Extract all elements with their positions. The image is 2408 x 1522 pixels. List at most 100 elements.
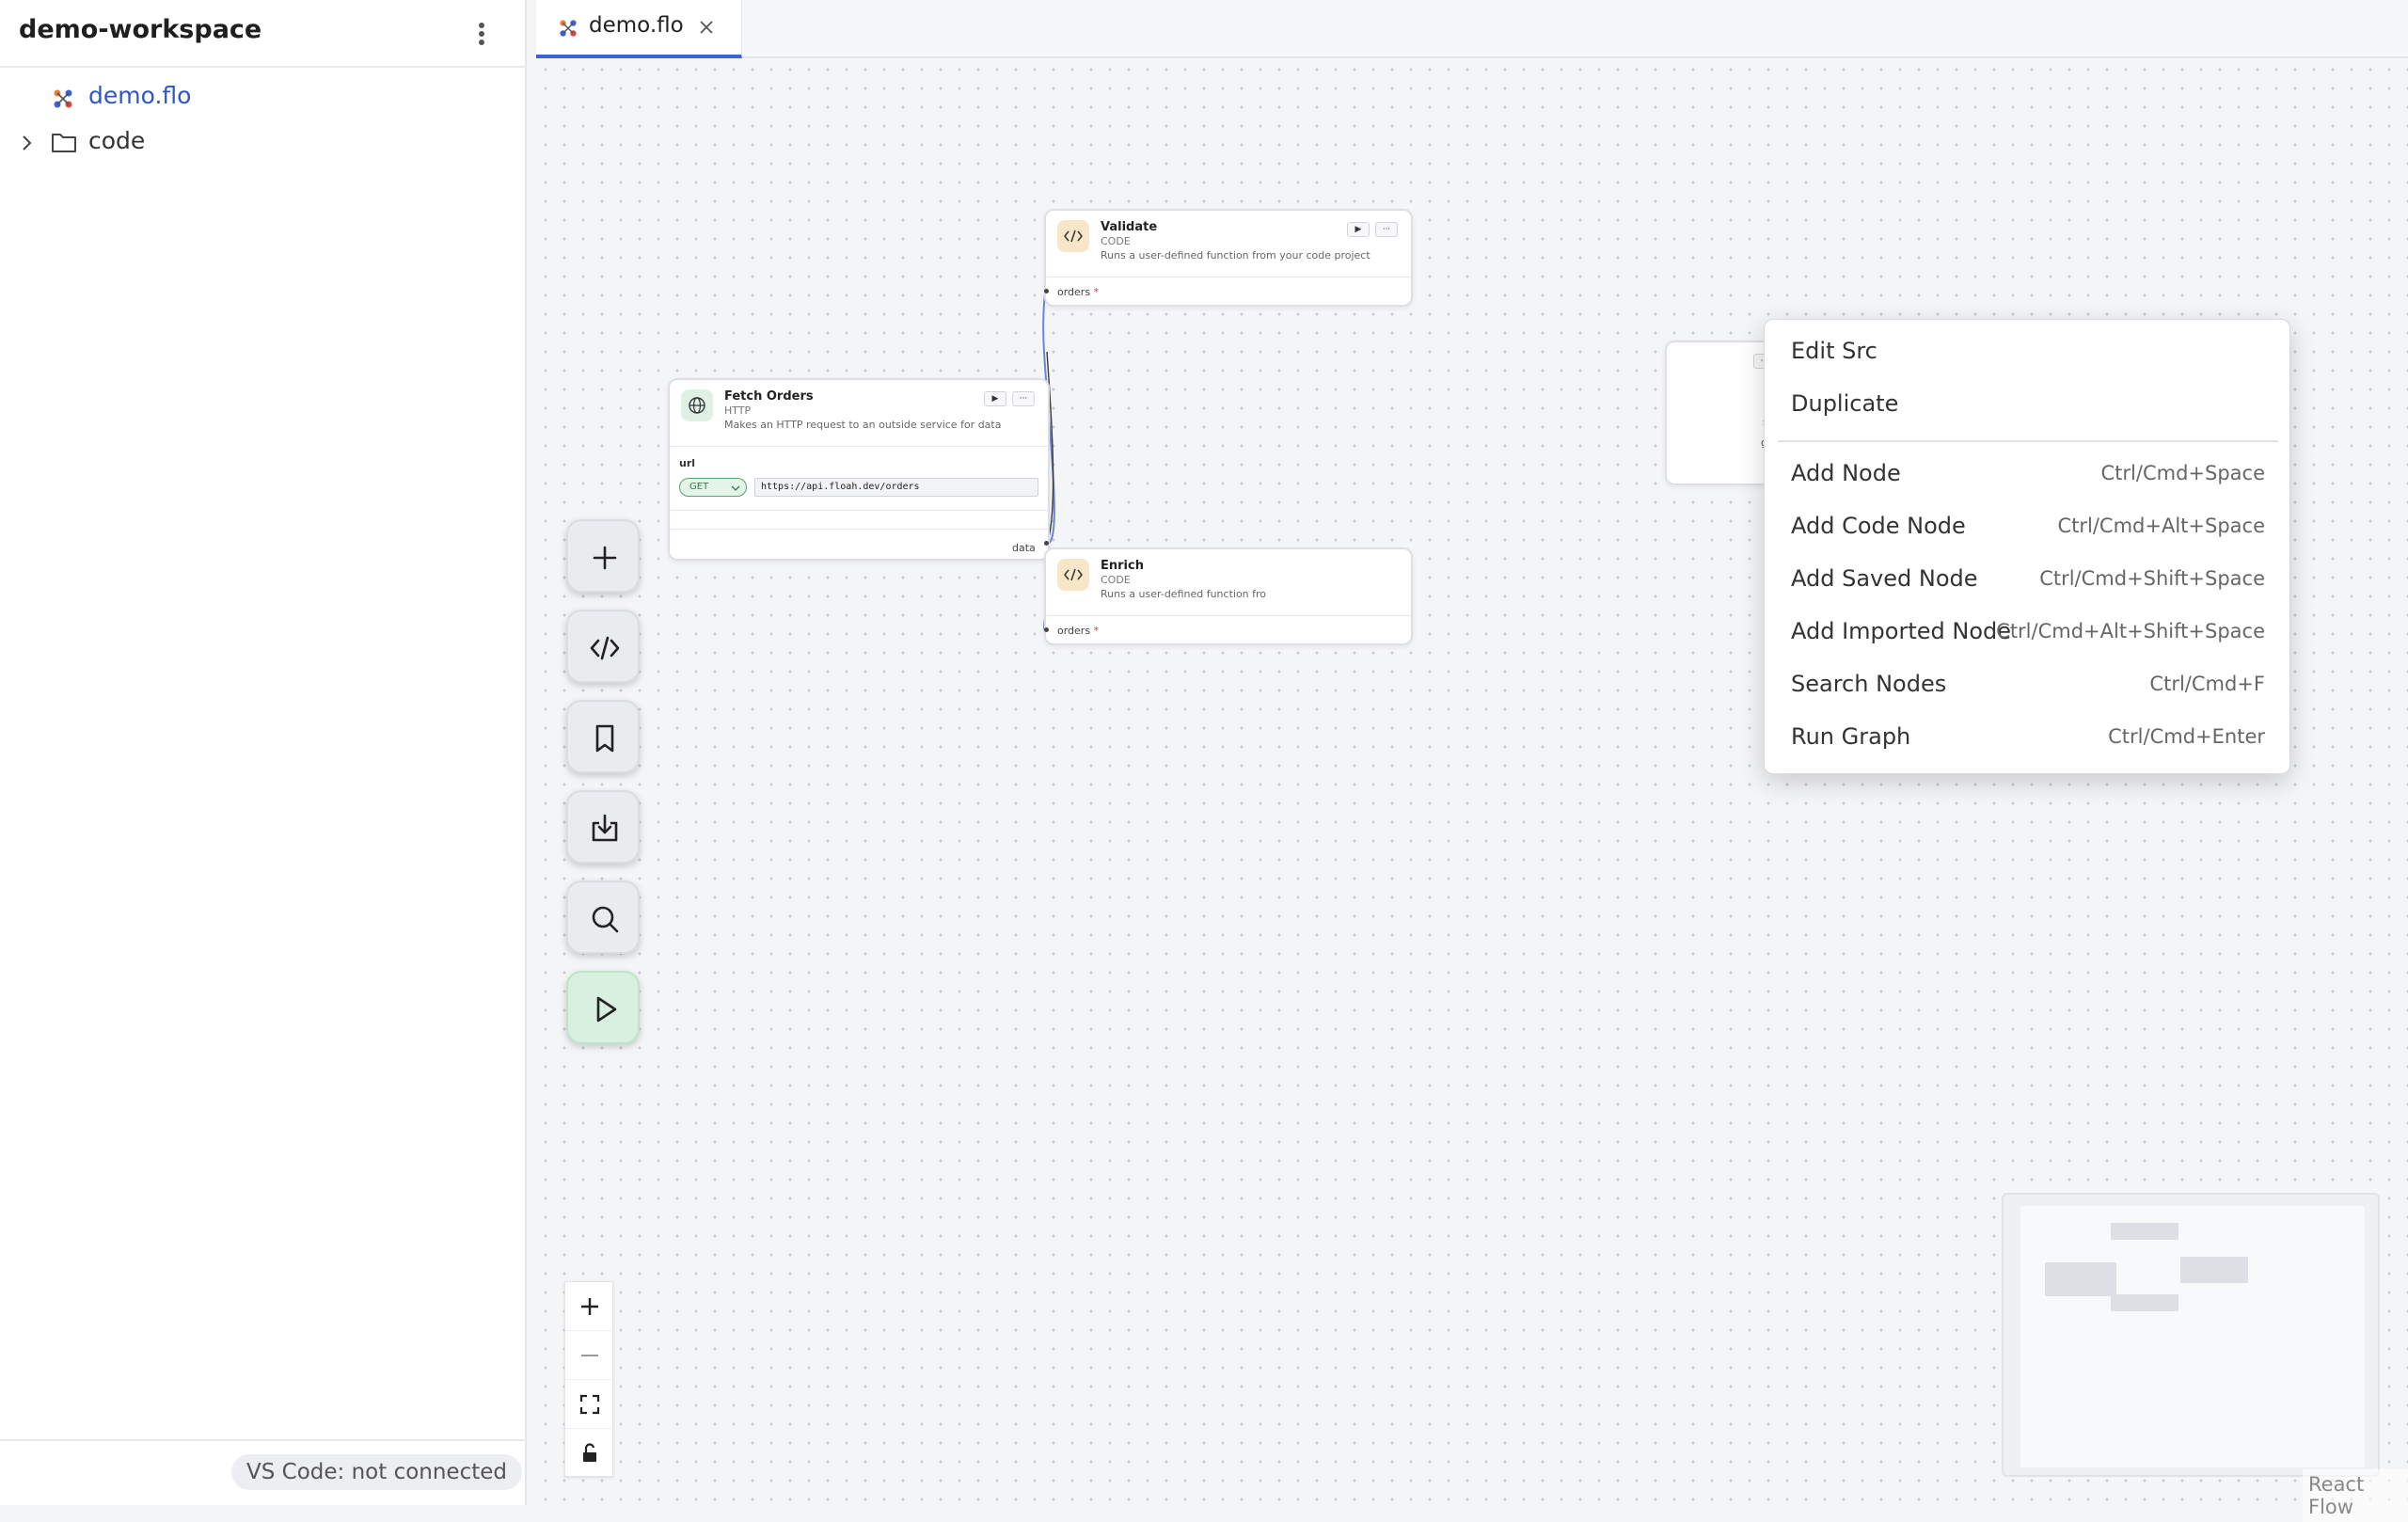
menu-item-shortcut: Ctrl/Cmd+Shift+Space — [2039, 567, 2265, 590]
menu-item-shortcut: Ctrl/Cmd+Alt+Shift+Space — [1996, 620, 2265, 642]
fit-view-icon — [579, 1394, 600, 1415]
url-input-value: https://api.floah.dev/orders — [761, 482, 920, 492]
sidebar-footer: VS Code: not connected — [0, 1439, 527, 1505]
menu-item-shortcut: Ctrl/Cmd+F — [2149, 673, 2265, 695]
workspace-title: demo-workspace — [19, 15, 262, 44]
input-port-orders[interactable] — [1044, 627, 1049, 632]
menu-item-run-graph[interactable]: Run Graph Ctrl/Cmd+Enter — [1765, 715, 2291, 764]
chevron-down-icon — [731, 485, 740, 491]
menu-divider — [1778, 440, 2278, 442]
node-more-button[interactable]: ··· — [1012, 391, 1035, 406]
bookmark-icon — [595, 724, 614, 753]
minimap-viewport[interactable] — [2020, 1206, 2365, 1467]
import-node-button[interactable] — [566, 790, 640, 864]
flow-file-icon — [560, 20, 577, 37]
node-enrich[interactable]: Enrich CODE Runs a user-defined function… — [1044, 547, 1413, 645]
node-description: Makes an HTTP request to an outside serv… — [724, 419, 1002, 431]
menu-item-label: Search Nodes — [1791, 671, 1947, 697]
menu-item-edit-src[interactable]: Edit Src — [1765, 329, 2291, 378]
node-run-button[interactable]: ▶ — [1347, 222, 1370, 237]
minimap-node — [2111, 1223, 2178, 1240]
menu-item-search-nodes[interactable]: Search Nodes Ctrl/Cmd+F — [1765, 662, 2291, 711]
file-tree-item-code-folder[interactable]: code — [0, 120, 527, 164]
code-icon — [1057, 559, 1089, 591]
code-icon — [1057, 220, 1089, 252]
search-icon — [592, 906, 619, 933]
menu-item-add-code-node[interactable]: Add Code Node Ctrl/Cmd+Alt+Space — [1765, 504, 2291, 553]
zoom-out-button[interactable] — [565, 1331, 614, 1380]
sidebar-header: demo-workspace — [0, 0, 527, 68]
flow-file-icon — [54, 89, 72, 108]
minimap-node — [2180, 1257, 2248, 1283]
attribution-link[interactable]: React Flow — [2303, 1469, 2408, 1522]
zoom-in-button[interactable] — [565, 1282, 614, 1331]
unlock-icon — [583, 1443, 596, 1462]
input-port-label: orders * — [1057, 286, 1099, 298]
folder-icon — [52, 134, 76, 152]
menu-item-label: Duplicate — [1791, 390, 1899, 417]
node-description: Runs a user-defined function fro — [1101, 588, 1267, 600]
menu-item-label: Add Saved Node — [1791, 565, 1978, 592]
menu-item-label: Run Graph — [1791, 723, 1911, 750]
menu-item-shortcut: Ctrl/Cmd+Enter — [2108, 725, 2265, 748]
menu-item-label: Add Code Node — [1791, 513, 1966, 539]
node-validate[interactable]: Validate CODE Runs a user-defined functi… — [1044, 209, 1413, 307]
node-run-button[interactable]: ▶ — [984, 391, 1006, 406]
node-more-button[interactable]: ··· — [1375, 222, 1398, 237]
node-kind: CODE — [1101, 235, 1131, 247]
node-fetch-orders[interactable]: Fetch Orders HTTP Makes an HTTP request … — [668, 378, 1050, 561]
input-port-name: orders — [1057, 286, 1091, 298]
editor-tab-bar: demo.flo — [536, 0, 2408, 58]
menu-item-shortcut: Ctrl/Cmd+Space — [2100, 462, 2265, 484]
menu-item-label: Add Imported Node — [1791, 618, 2012, 644]
search-nodes-button[interactable] — [566, 880, 640, 954]
flow-canvas[interactable]: Fetch Orders HTTP Makes an HTTP request … — [536, 60, 2408, 1522]
node-title: Fetch Orders — [724, 389, 814, 404]
play-icon — [596, 996, 617, 1023]
minimap-node — [2045, 1262, 2116, 1296]
tab-demo-flo[interactable]: demo.flo — [536, 0, 742, 58]
node-kind: CODE — [1101, 574, 1131, 586]
file-tree-item-demo-flo[interactable]: demo.flo — [0, 75, 527, 119]
node-title: Validate — [1101, 220, 1158, 234]
url-input[interactable]: https://api.floah.dev/orders — [754, 478, 1038, 497]
node-title: Enrich — [1101, 559, 1144, 573]
minus-icon — [581, 1355, 598, 1356]
node-divider — [670, 529, 1048, 530]
input-port-label: orders * — [1057, 625, 1099, 637]
run-graph-button[interactable] — [566, 971, 640, 1044]
required-marker: * — [1093, 625, 1100, 637]
saved-nodes-button[interactable] — [566, 700, 640, 773]
menu-item-label: Edit Src — [1791, 338, 1877, 364]
close-icon[interactable] — [698, 19, 715, 36]
minimap[interactable] — [2002, 1193, 2380, 1477]
output-port-data[interactable] — [1044, 541, 1049, 546]
output-port-label: data — [1012, 542, 1036, 554]
node-kind: HTTP — [724, 404, 752, 417]
download-tray-icon — [592, 814, 618, 842]
sidebar: demo-workspace demo.flo code VS Code: no… — [0, 0, 527, 1505]
plus-icon — [593, 546, 617, 570]
lock-toggle-button[interactable] — [565, 1429, 614, 1478]
menu-item-duplicate[interactable]: Duplicate — [1765, 382, 2291, 431]
fit-view-button[interactable] — [565, 1380, 614, 1429]
chevron-right-icon[interactable] — [19, 134, 34, 152]
file-tree-item-label: demo.flo — [88, 82, 192, 109]
connection-status-badge[interactable]: VS Code: not connected — [231, 1454, 522, 1490]
code-icon — [590, 636, 620, 660]
zoom-controls — [564, 1281, 614, 1478]
minimap-node — [2111, 1294, 2178, 1311]
context-menu: Edit Src Duplicate Add Node Ctrl/Cmd+Spa… — [1764, 319, 2290, 774]
method-select[interactable]: GET — [679, 478, 747, 497]
add-node-button[interactable] — [566, 519, 640, 593]
menu-item-add-saved-node[interactable]: Add Saved Node Ctrl/Cmd+Shift+Space — [1765, 557, 2291, 606]
menu-item-add-imported-node[interactable]: Add Imported Node Ctrl/Cmd+Alt+Shift+Spa… — [1765, 610, 2291, 658]
plus-icon — [581, 1298, 598, 1315]
input-port-orders[interactable] — [1044, 289, 1049, 293]
menu-item-add-node[interactable]: Add Node Ctrl/Cmd+Space — [1765, 452, 2291, 500]
method-value: GET — [689, 482, 709, 492]
tab-label: demo.flo — [589, 13, 684, 38]
more-vertical-icon[interactable] — [470, 17, 493, 51]
add-code-node-button[interactable] — [566, 610, 640, 683]
menu-item-label: Add Node — [1791, 460, 1901, 486]
